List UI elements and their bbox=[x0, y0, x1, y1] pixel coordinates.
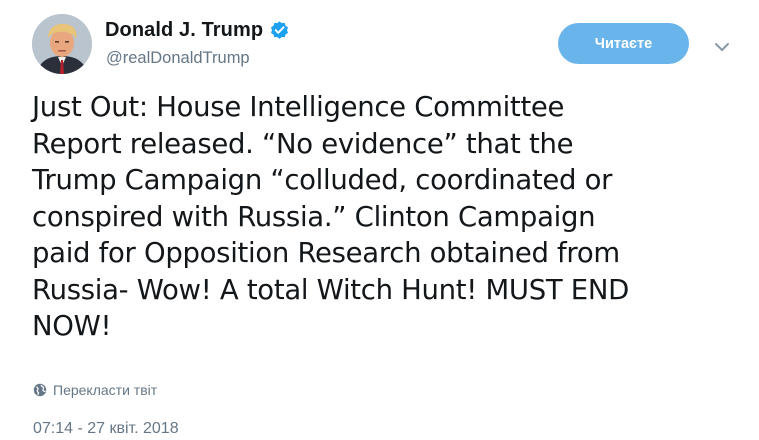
user-handle[interactable]: @realDonaldTrump bbox=[106, 49, 250, 68]
tweet-timestamp[interactable]: 07:14 - 27 квіт. 2018 bbox=[33, 420, 179, 438]
display-name[interactable]: Donald J. Trump bbox=[105, 19, 263, 42]
tweet-card: Donald J. Trump @realDonaldTrump Читаєте… bbox=[0, 0, 759, 440]
translate-tweet-link[interactable]: Перекласти твіт bbox=[33, 382, 157, 398]
author-name-row[interactable]: Donald J. Trump bbox=[105, 19, 290, 42]
avatar[interactable] bbox=[32, 14, 92, 74]
tweet-text: Just Out: House Intelligence Committee R… bbox=[32, 91, 630, 342]
following-button[interactable]: Читаєте bbox=[558, 23, 689, 64]
globe-icon bbox=[33, 383, 47, 397]
translate-tweet-label[interactable]: Перекласти твіт bbox=[53, 382, 157, 398]
verified-badge-icon bbox=[269, 20, 290, 41]
chevron-down-icon[interactable] bbox=[713, 38, 731, 51]
avatar-photo bbox=[32, 14, 92, 74]
